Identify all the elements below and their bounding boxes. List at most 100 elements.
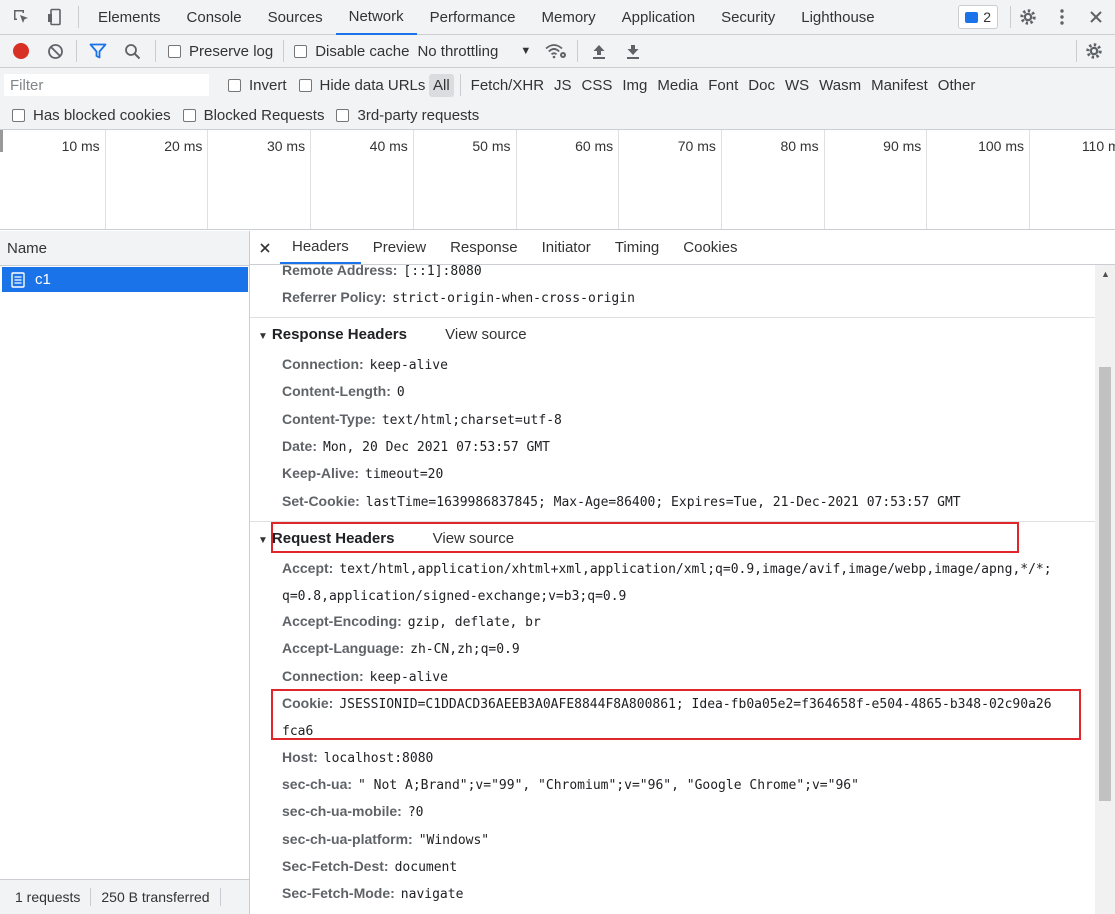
type-filter-manifest[interactable]: Manifest — [867, 74, 932, 97]
tab-memory[interactable]: Memory — [529, 0, 609, 35]
tab-sources[interactable]: Sources — [255, 0, 336, 35]
preserve-log-checkbox[interactable]: Preserve log — [168, 43, 273, 60]
timeline-tick-label: 40 ms — [369, 138, 408, 154]
response-headers-section-title[interactable]: ▼ Response Headers View source — [258, 326, 527, 343]
type-filter-doc[interactable]: Doc — [744, 74, 779, 97]
timeline-gridline: 80 ms — [780, 130, 825, 229]
filter-bar: Invert Hide data URLs All Fetch/XHRJSCSSI… — [0, 68, 1115, 130]
type-filter-img[interactable]: Img — [618, 74, 651, 97]
timeline-gridline: 60 ms — [575, 130, 620, 229]
detail-tab-timing[interactable]: Timing — [603, 231, 671, 264]
network-overview-timeline[interactable]: 10 ms 20 ms 30 ms 40 ms 50 ms 60 ms 70 ms 80 ms… — [0, 130, 1115, 230]
device-toolbar-icon[interactable] — [38, 0, 72, 35]
import-har-button[interactable] — [582, 35, 616, 68]
checkbox-box[interactable] — [298, 78, 312, 92]
throttling-select[interactable]: No throttling ▼ — [417, 43, 531, 60]
header-row: Connection: keep-alive — [282, 356, 448, 373]
export-har-button[interactable] — [616, 35, 650, 68]
tab-application[interactable]: Application — [609, 0, 708, 35]
timeline-tick-label: 80 ms — [780, 138, 819, 154]
dropdown-arrow-icon: ▼ — [520, 45, 532, 57]
inspect-element-icon[interactable] — [4, 0, 38, 35]
disable-cache-checkbox[interactable]: Disable cache — [294, 43, 409, 60]
header-value: text/html,application/xhtml+xml,applicat… — [339, 562, 1052, 577]
timeline-tick-label: 60 ms — [575, 138, 614, 154]
header-key: Connection: — [282, 668, 364, 684]
request-headers-section-title[interactable]: ▼ Request Headers View source — [258, 530, 514, 547]
vertical-scrollbar[interactable]: ▲ — [1095, 265, 1115, 914]
timeline-left-handle[interactable] — [0, 130, 3, 152]
network-conditions-button[interactable] — [539, 35, 573, 68]
type-filter-css[interactable]: CSS — [578, 74, 617, 97]
header-key: Content-Length: — [282, 383, 391, 399]
header-key: Host: — [282, 749, 318, 765]
header-value: keep-alive — [369, 670, 448, 685]
header-row: Host: localhost:8080 — [282, 749, 433, 766]
blocked-requests-checkbox[interactable]: Blocked Requests — [182, 107, 324, 124]
checkbox-box[interactable] — [294, 44, 308, 58]
filter-input[interactable] — [4, 74, 209, 96]
filter-toggle-button[interactable] — [81, 35, 115, 68]
section-divider — [250, 521, 1095, 522]
timeline-gridline: 40 ms — [370, 130, 414, 229]
close-detail-button[interactable] — [250, 231, 280, 264]
has-blocked-cookies-checkbox[interactable]: Has blocked cookies — [12, 107, 171, 124]
timeline-tick-label: 90 ms — [883, 138, 922, 154]
type-filter-ws[interactable]: WS — [781, 74, 813, 97]
checkbox-box[interactable] — [336, 108, 350, 122]
timeline-tick-label: 100 ms — [978, 138, 1024, 154]
type-filter-wasm[interactable]: Wasm — [815, 74, 865, 97]
header-key: Connection: — [282, 356, 364, 372]
name-column-header[interactable]: Name — [0, 231, 249, 266]
header-row: Remote Address: [::1]:8080 — [282, 265, 482, 279]
request-list-panel: Name c1 1 requests 250 B transferred — [0, 231, 250, 914]
checkbox-box[interactable] — [182, 108, 196, 122]
type-filter-fetch-xhr[interactable]: Fetch/XHR — [467, 74, 548, 97]
kebab-menu-icon[interactable] — [1045, 0, 1079, 35]
close-icon[interactable] — [1079, 0, 1113, 35]
detail-tab-headers[interactable]: Headers — [280, 231, 361, 264]
record-button[interactable] — [4, 35, 38, 68]
detail-tab-cookies[interactable]: Cookies — [671, 231, 749, 264]
timeline-tick-label: 50 ms — [472, 138, 511, 154]
disable-cache-label: Disable cache — [315, 42, 410, 60]
timeline-gridline: 30 ms — [267, 130, 312, 229]
third-party-requests-checkbox[interactable]: 3rd-party requests — [336, 107, 479, 124]
tab-performance[interactable]: Performance — [417, 0, 529, 35]
detail-tab-preview[interactable]: Preview — [361, 231, 438, 264]
type-filter-js[interactable]: JS — [550, 74, 576, 97]
type-filter-all[interactable]: All — [429, 73, 454, 97]
hide-data-urls-checkbox[interactable]: Hide data URLs — [298, 77, 425, 94]
timeline-tick-label: 70 ms — [677, 138, 716, 154]
detail-tab-response[interactable]: Response — [438, 231, 530, 264]
clear-button[interactable] — [38, 35, 72, 68]
tab-console[interactable]: Console — [174, 0, 255, 35]
detail-tab-initiator[interactable]: Initiator — [530, 231, 603, 264]
tab-lighthouse[interactable]: Lighthouse — [788, 0, 887, 35]
issues-badge[interactable]: 2 — [958, 5, 998, 29]
gear-icon[interactable] — [1011, 0, 1045, 35]
scrollbar-thumb[interactable] — [1099, 367, 1111, 801]
tab-elements[interactable]: Elements — [85, 0, 174, 35]
header-row: Accept-Encoding: gzip, deflate, br — [282, 613, 541, 630]
header-value-continuation: q=0.8,application/signed-exchange;v=b3;q… — [282, 587, 626, 604]
tab-network[interactable]: Network — [335, 0, 417, 35]
network-settings-button[interactable] — [1077, 35, 1111, 68]
search-button[interactable] — [115, 35, 149, 68]
type-filter-other[interactable]: Other — [934, 74, 980, 97]
scroll-up-arrow-icon[interactable]: ▲ — [1101, 269, 1110, 279]
invert-checkbox[interactable]: Invert — [228, 77, 287, 94]
type-filter-media[interactable]: Media — [653, 74, 702, 97]
view-source-link[interactable]: View source — [445, 326, 526, 343]
checkbox-box[interactable] — [228, 78, 241, 92]
header-value: zh-CN,zh;q=0.9 — [410, 642, 520, 657]
close-icon — [260, 242, 270, 253]
view-source-link[interactable]: View source — [433, 530, 514, 547]
tab-security[interactable]: Security — [708, 0, 788, 35]
checkbox-box[interactable] — [168, 44, 181, 58]
clear-icon — [47, 43, 63, 59]
header-row: Referrer Policy: strict-origin-when-cross… — [282, 289, 635, 306]
checkbox-box[interactable] — [12, 108, 25, 122]
request-row[interactable]: c1 — [2, 267, 248, 292]
type-filter-font[interactable]: Font — [704, 74, 742, 97]
